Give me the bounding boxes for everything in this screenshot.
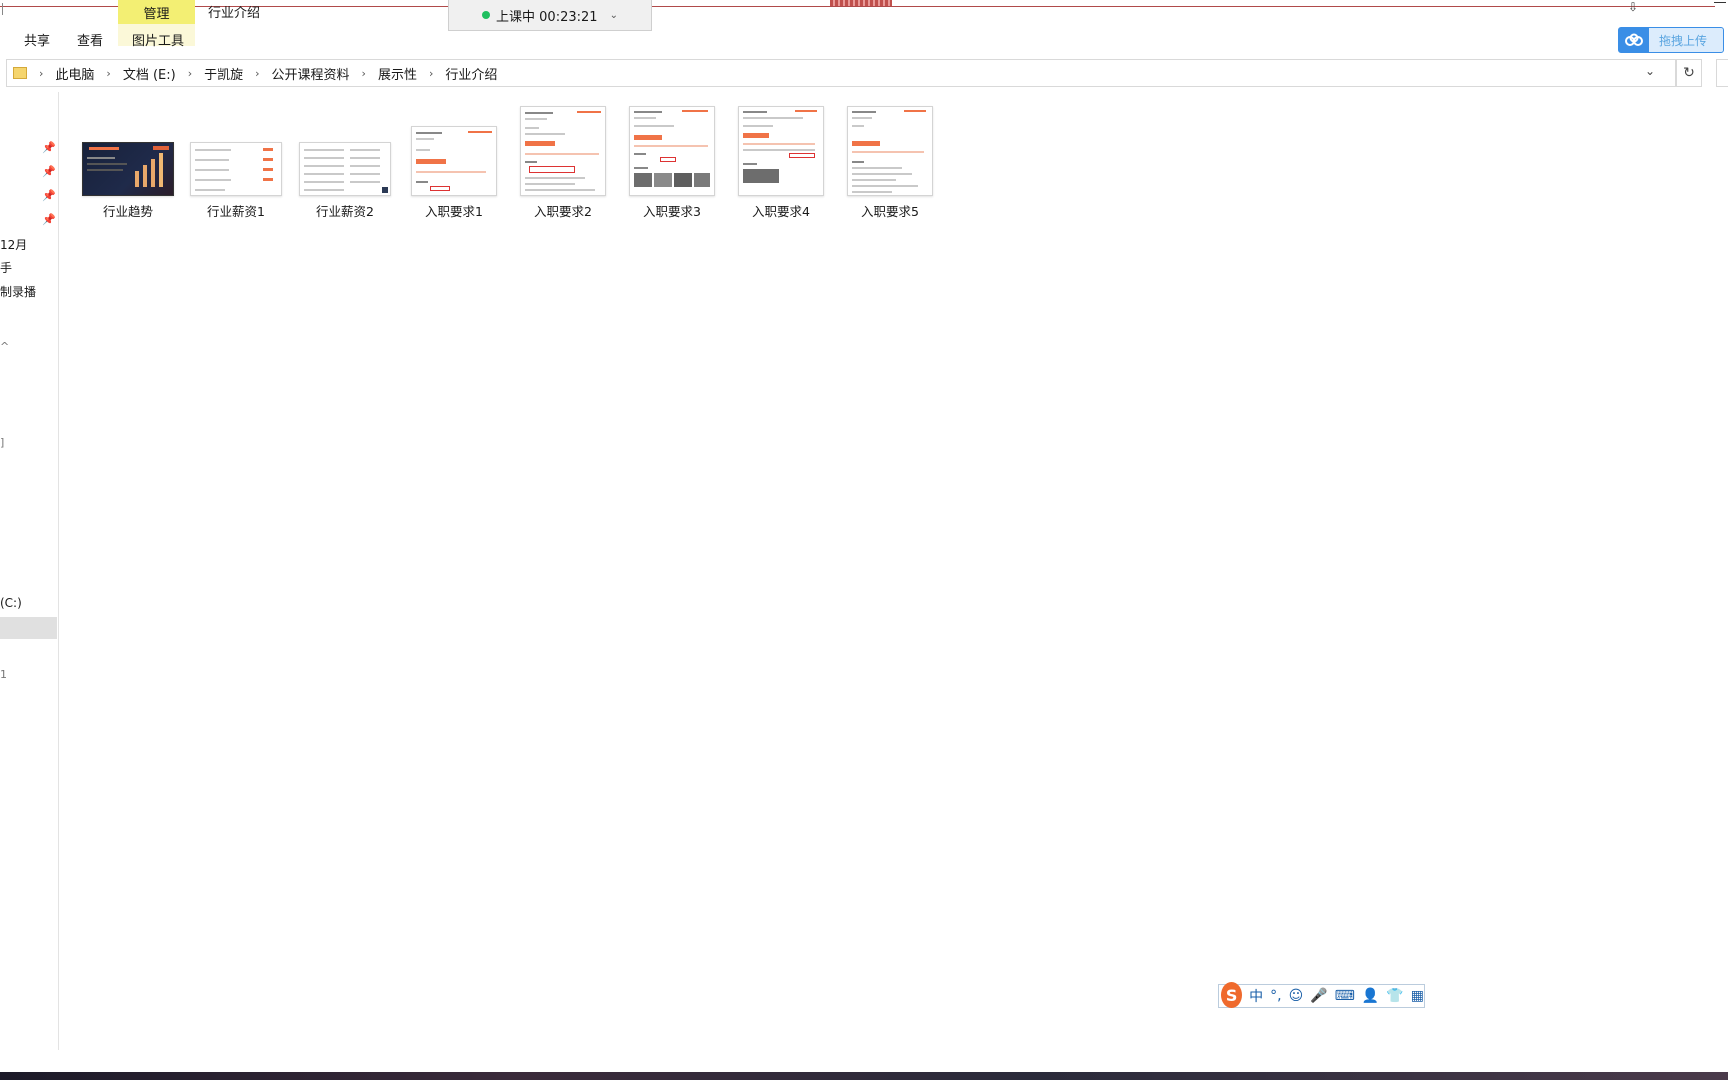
nav-expand-mark[interactable]: ] — [0, 436, 4, 449]
search-box[interactable] — [1716, 59, 1728, 87]
minimize-icon[interactable] — [1714, 2, 1726, 3]
image-thumbnail — [82, 142, 174, 196]
class-timer-label: 上课中 00:23:21 — [496, 9, 598, 25]
nav-expand-mark[interactable]: ^ — [0, 340, 9, 353]
scroll-down-icon[interactable]: ⇩ — [1628, 0, 1638, 14]
image-thumbnail — [520, 106, 606, 196]
breadcrumb-separator[interactable]: › — [356, 67, 372, 80]
breadcrumb-industry-intro[interactable]: 行业介绍 — [439, 64, 503, 83]
breadcrumb-public-course[interactable]: 公开课程资料 — [266, 64, 356, 83]
image-thumbnail — [411, 126, 497, 196]
class-status-pill[interactable]: 上课中 00:23:21 ⌄ — [448, 0, 652, 31]
file-item[interactable]: 入职要求2 — [513, 104, 613, 220]
skin-icon[interactable]: 👕 — [1386, 988, 1403, 1004]
tab-view[interactable]: 查看 — [77, 30, 103, 49]
file-item[interactable]: 入职要求3 — [622, 104, 722, 220]
breadcrumb-user-folder[interactable]: 于凯旋 — [198, 64, 249, 83]
drag-handle[interactable] — [830, 0, 892, 6]
image-thumbnail — [847, 106, 933, 196]
file-item[interactable]: 行业薪资1 — [186, 104, 286, 220]
cloud-icon — [1619, 28, 1649, 52]
address-bar[interactable]: › 此电脑 › 文档 (E:) › 于凯旋 › 公开课程资料 › 展示性 › 行… — [6, 59, 1676, 87]
breadcrumb-separator[interactable]: › — [100, 67, 116, 80]
tab-share[interactable]: 共享 — [24, 30, 50, 49]
microphone-icon[interactable]: 🎤 — [1310, 988, 1327, 1004]
file-item[interactable]: 入职要求5 — [840, 104, 940, 220]
image-thumbnail — [299, 142, 391, 196]
breadcrumb-separator[interactable]: › — [423, 67, 439, 80]
sogou-logo-icon[interactable]: S — [1221, 982, 1243, 1008]
breadcrumb-separator[interactable]: › — [182, 67, 198, 80]
pin-icon[interactable]: 📌 — [42, 165, 56, 178]
live-status-dot — [482, 11, 491, 19]
window-title: 行业介绍 — [208, 6, 261, 21]
file-item[interactable]: 入职要求1 — [404, 104, 504, 220]
ime-toolbar[interactable]: S 中 °, ☺ 🎤 ⌨ 👤 👕 ▦ — [1218, 982, 1425, 1008]
file-item[interactable]: 入职要求4 — [731, 104, 831, 220]
file-name: 行业薪资1 — [207, 204, 265, 219]
user-icon[interactable]: 👤 — [1362, 988, 1379, 1004]
file-item[interactable]: 行业薪资2 — [295, 104, 395, 220]
pin-icon[interactable]: 📌 — [42, 213, 56, 226]
context-tab-manage[interactable]: 管理 — [118, 0, 195, 24]
ime-mode-chinese[interactable]: 中 — [1249, 986, 1263, 1006]
nav-item-december[interactable]: 12月 — [0, 236, 27, 253]
breadcrumb-separator[interactable]: › — [33, 67, 49, 80]
title-bar-edge — [2, 3, 3, 15]
chevron-down-icon[interactable]: ⌄ — [610, 10, 618, 21]
keyboard-icon[interactable]: ⌨ — [1335, 988, 1355, 1004]
pin-icon[interactable]: 📌 — [42, 189, 56, 202]
image-thumbnail — [629, 106, 715, 196]
file-name: 行业趋势 — [102, 204, 153, 219]
drag-upload-button[interactable]: 拖拽上传 — [1618, 27, 1724, 53]
image-thumbnail — [738, 106, 824, 196]
breadcrumb-separator[interactable]: › — [249, 67, 265, 80]
toolbox-icon[interactable]: ▦ — [1411, 988, 1424, 1004]
nav-pane-divider[interactable] — [58, 92, 59, 1050]
nav-item-selected[interactable] — [0, 617, 57, 639]
file-name: 入职要求5 — [861, 204, 919, 219]
desktop-taskbar-edge — [0, 1072, 1728, 1080]
tab-picture-tools[interactable]: 图片工具 — [132, 30, 184, 49]
breadcrumb-documents-e[interactable]: 文档 (E:) — [117, 64, 182, 83]
emoji-icon[interactable]: ☺ — [1289, 988, 1304, 1004]
refresh-button[interactable]: ↻ — [1676, 59, 1702, 87]
nav-item-partial[interactable]: 手 — [0, 259, 12, 276]
breadcrumb-this-pc[interactable]: 此电脑 — [49, 64, 100, 83]
folder-icon — [13, 67, 27, 79]
file-explorer-window: ⇩ 管理 行业介绍 上课中 00:23:21 ⌄ 共享 查看 图片工具 拖拽上传… — [0, 0, 1728, 1080]
file-name: 入职要求1 — [425, 204, 483, 219]
file-name: 入职要求2 — [534, 204, 592, 219]
pin-icon[interactable]: 📌 — [42, 141, 56, 154]
nav-expand-mark[interactable]: 1 — [0, 668, 7, 681]
breadcrumb-showcase[interactable]: 展示性 — [372, 64, 423, 83]
upload-label: 拖拽上传 — [1659, 33, 1708, 48]
nav-item-drive-c[interactable]: (C:) — [0, 596, 22, 610]
image-thumbnail — [190, 142, 282, 196]
nav-item-recording[interactable]: 制录播 — [0, 283, 36, 300]
file-name: 入职要求3 — [643, 204, 701, 219]
file-item[interactable]: 行业趋势 — [78, 104, 178, 220]
punctuation-icon[interactable]: °, — [1270, 988, 1281, 1004]
address-dropdown-icon[interactable]: ⌄ — [1645, 64, 1655, 78]
file-name: 入职要求4 — [752, 204, 810, 219]
file-name: 行业薪资2 — [316, 204, 374, 219]
